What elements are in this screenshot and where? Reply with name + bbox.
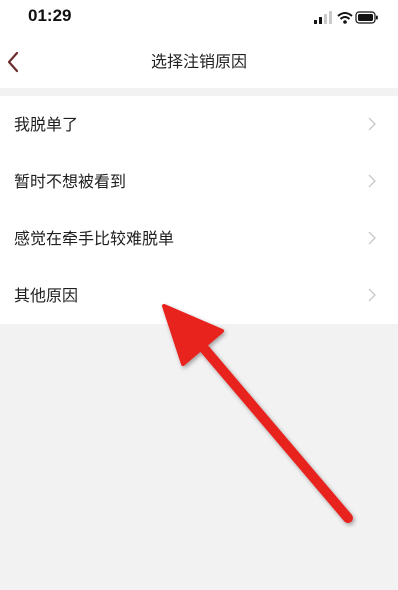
- reason-item-not-want-seen[interactable]: 暂时不想被看到: [0, 153, 398, 210]
- signal-icon: [314, 11, 332, 24]
- wifi-icon: [337, 12, 353, 24]
- status-time: 01:29: [28, 6, 72, 25]
- reason-label: 感觉在牵手比较难脱单: [14, 229, 175, 248]
- chevron-right-icon: [368, 174, 376, 188]
- chevron-right-icon: [368, 288, 376, 302]
- status-icons: [314, 10, 378, 24]
- status-bar: 01:29: [0, 0, 398, 36]
- reason-label: 其他原因: [14, 286, 79, 305]
- chevron-right-icon: [368, 231, 376, 245]
- battery-icon: [355, 11, 378, 24]
- reason-item-hard-to-find-partner[interactable]: 感觉在牵手比较难脱单: [0, 210, 398, 267]
- reason-item-other[interactable]: 其他原因: [0, 267, 398, 324]
- page-title: 选择注销原因: [150, 52, 247, 71]
- reason-list: 我脱单了 暂时不想被看到 感觉在牵手比较难脱单 其他原因: [0, 96, 398, 324]
- chevron-right-icon: [368, 117, 376, 131]
- reason-label: 我脱单了: [14, 115, 79, 134]
- reason-label: 暂时不想被看到: [14, 172, 127, 191]
- reason-item-got-partner[interactable]: 我脱单了: [0, 96, 398, 153]
- navigation-bar: 选择注销原因: [0, 36, 398, 88]
